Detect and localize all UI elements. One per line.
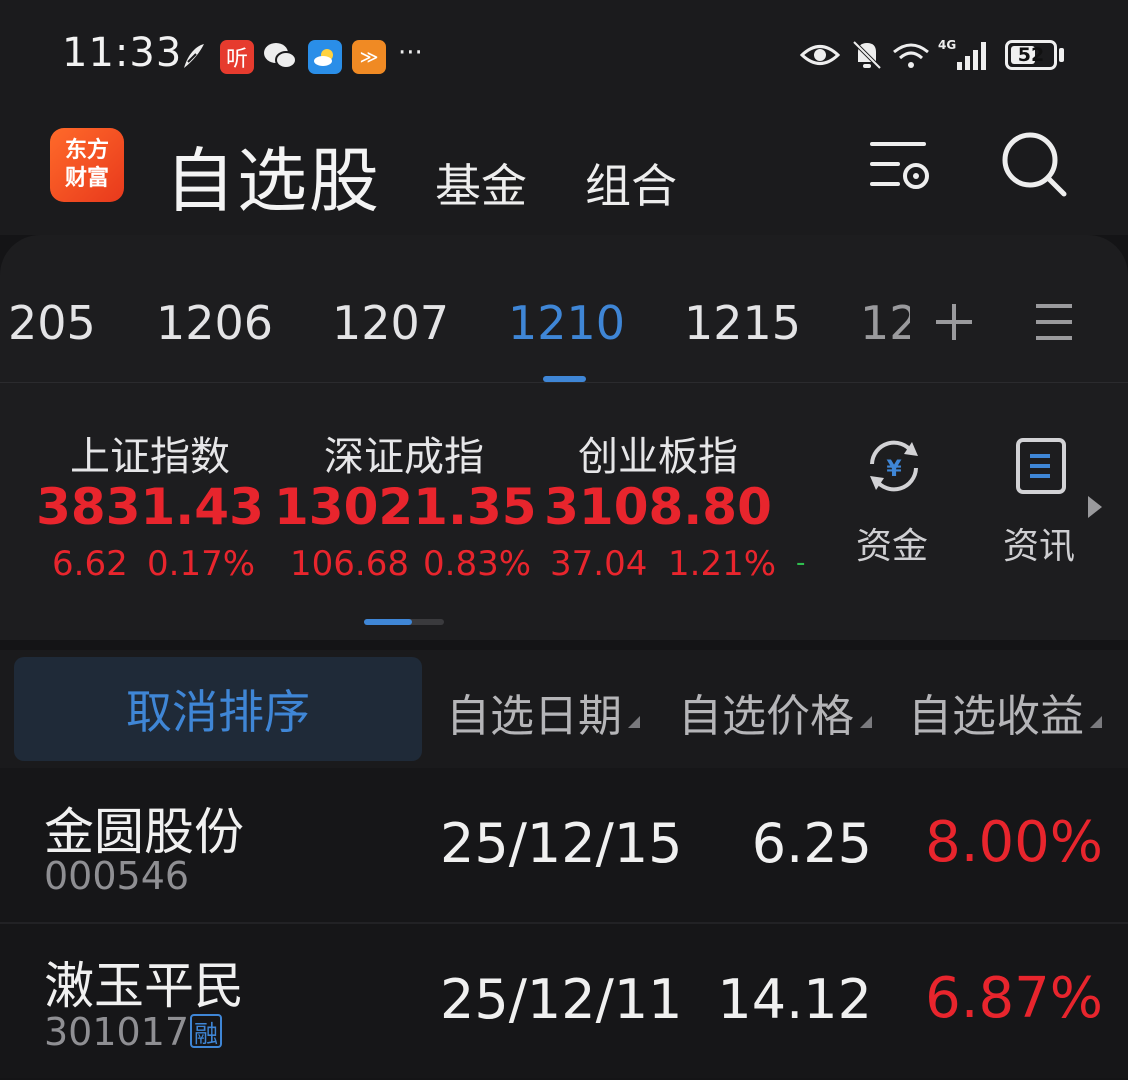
index-name[interactable]: 上证指数 bbox=[30, 424, 270, 482]
index-change: 37.04 bbox=[550, 544, 648, 584]
stock-code: 301017 bbox=[44, 1010, 190, 1054]
weather-icon bbox=[308, 40, 342, 74]
stock-name: 潄玉平民 bbox=[44, 957, 244, 1015]
index-pct: 1.21% bbox=[668, 544, 777, 584]
index-value[interactable]: 13021.35 bbox=[274, 478, 537, 536]
page-indicator bbox=[364, 619, 412, 625]
tool-money-label[interactable]: 资金 bbox=[856, 517, 928, 569]
sort-caret-icon bbox=[1090, 716, 1102, 728]
watch-return: 8.00% bbox=[925, 810, 1103, 875]
col-watch-date[interactable]: 自选日期 bbox=[446, 680, 622, 744]
watch-return: 6.87% bbox=[925, 966, 1103, 1031]
sort-caret-icon bbox=[628, 716, 640, 728]
index-extra: - bbox=[796, 548, 806, 578]
divider bbox=[0, 382, 1128, 383]
index-name[interactable]: 创业板指 bbox=[538, 424, 778, 482]
group-tab-active[interactable]: 1210 bbox=[508, 296, 625, 350]
col-watch-price[interactable]: 自选价格 bbox=[678, 680, 854, 744]
watch-date: 25/12/11 bbox=[440, 968, 683, 1031]
add-group-icon[interactable] bbox=[932, 300, 976, 344]
index-change: 106.68 bbox=[290, 544, 409, 584]
money-flow-icon[interactable]: ¥ bbox=[862, 434, 926, 498]
group-tab[interactable]: 1206 bbox=[156, 296, 273, 350]
group-tab[interactable]: 205 bbox=[8, 296, 96, 350]
index-pct: 0.17% bbox=[147, 544, 256, 584]
cancel-sort-button[interactable]: 取消排序 bbox=[14, 657, 422, 761]
group-tab[interactable]: 1215 bbox=[684, 296, 801, 350]
feather-icon bbox=[184, 44, 204, 68]
more-notifications: ··· bbox=[398, 38, 423, 68]
mute-bell-icon bbox=[852, 40, 882, 70]
group-tab[interactable]: 12 bbox=[860, 296, 910, 350]
wifi-icon bbox=[893, 43, 929, 68]
watch-price: 6.25 bbox=[751, 812, 872, 875]
index-name[interactable]: 深证成指 bbox=[284, 424, 524, 482]
battery-tip bbox=[1059, 48, 1064, 62]
tab-funds[interactable]: 基金 bbox=[435, 150, 527, 216]
col-watch-return[interactable]: 自选收益 bbox=[908, 680, 1084, 744]
tool-news-label[interactable]: 资讯 bbox=[1003, 517, 1075, 569]
wechat-icon bbox=[264, 43, 297, 69]
index-pct: 0.83% bbox=[423, 544, 532, 584]
tab-portfolio[interactable]: 组合 bbox=[585, 150, 677, 216]
svg-text:¥: ¥ bbox=[886, 457, 902, 482]
group-tab[interactable]: 1207 bbox=[332, 296, 449, 350]
stock-code: 000546 bbox=[44, 854, 190, 898]
menu-icon[interactable] bbox=[1032, 300, 1076, 344]
chevron-right-icon[interactable] bbox=[1086, 494, 1104, 520]
status-time: 11:33 bbox=[62, 30, 183, 76]
network-type: 4G bbox=[938, 38, 957, 52]
index-value[interactable]: 3108.80 bbox=[528, 478, 788, 536]
tab-watchlist[interactable]: 自选股 bbox=[165, 125, 381, 226]
watch-date: 25/12/15 bbox=[440, 812, 683, 875]
margin-trading-badge: 融 bbox=[190, 1014, 222, 1048]
news-icon[interactable] bbox=[1014, 436, 1070, 496]
listen-app-icon: 听 bbox=[220, 40, 254, 74]
settings-list-icon[interactable] bbox=[868, 136, 938, 196]
index-value[interactable]: 3831.43 bbox=[20, 478, 280, 536]
search-icon[interactable] bbox=[1000, 130, 1070, 200]
app-logo: 东方 财富 bbox=[50, 128, 124, 202]
signal-icon bbox=[957, 42, 986, 70]
sort-caret-icon bbox=[860, 716, 872, 728]
video-app-icon: ≫ bbox=[352, 40, 386, 74]
index-change: 6.62 bbox=[52, 544, 128, 584]
watch-price: 14.12 bbox=[717, 968, 872, 1031]
battery-indicator: 52 bbox=[1005, 40, 1057, 70]
eye-icon bbox=[800, 45, 840, 65]
